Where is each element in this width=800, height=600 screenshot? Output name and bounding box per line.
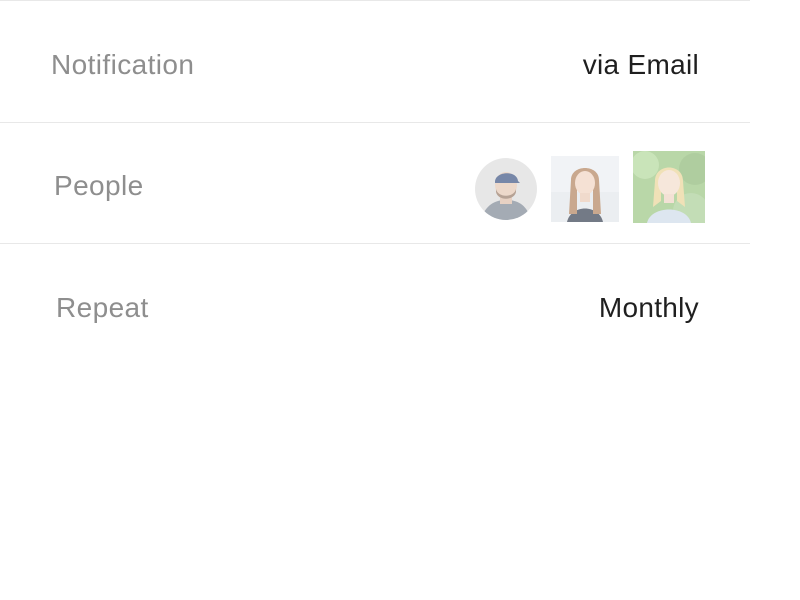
avatar[interactable] [633, 151, 705, 223]
people-label: People [54, 170, 144, 201]
notification-row[interactable]: Notification via Email [0, 2, 750, 122]
avatar[interactable] [551, 155, 619, 222]
people-avatars [475, 151, 705, 223]
blonde-woman-avatar [633, 151, 705, 223]
repeat-label: Repeat [56, 292, 149, 323]
repeat-row[interactable]: Repeat Monthly [0, 244, 750, 364]
notification-label: Notification [51, 49, 195, 80]
top-divider [0, 0, 750, 1]
avatar[interactable] [475, 158, 537, 220]
repeat-value[interactable]: Monthly [599, 292, 699, 324]
person-in-cap-avatar [475, 158, 537, 220]
notification-value[interactable]: via Email [583, 49, 699, 81]
settings-panel: Notification via Email People Repeat Mon… [0, 0, 750, 600]
people-row[interactable]: People [0, 123, 750, 243]
woman-long-hair-avatar [551, 155, 619, 222]
